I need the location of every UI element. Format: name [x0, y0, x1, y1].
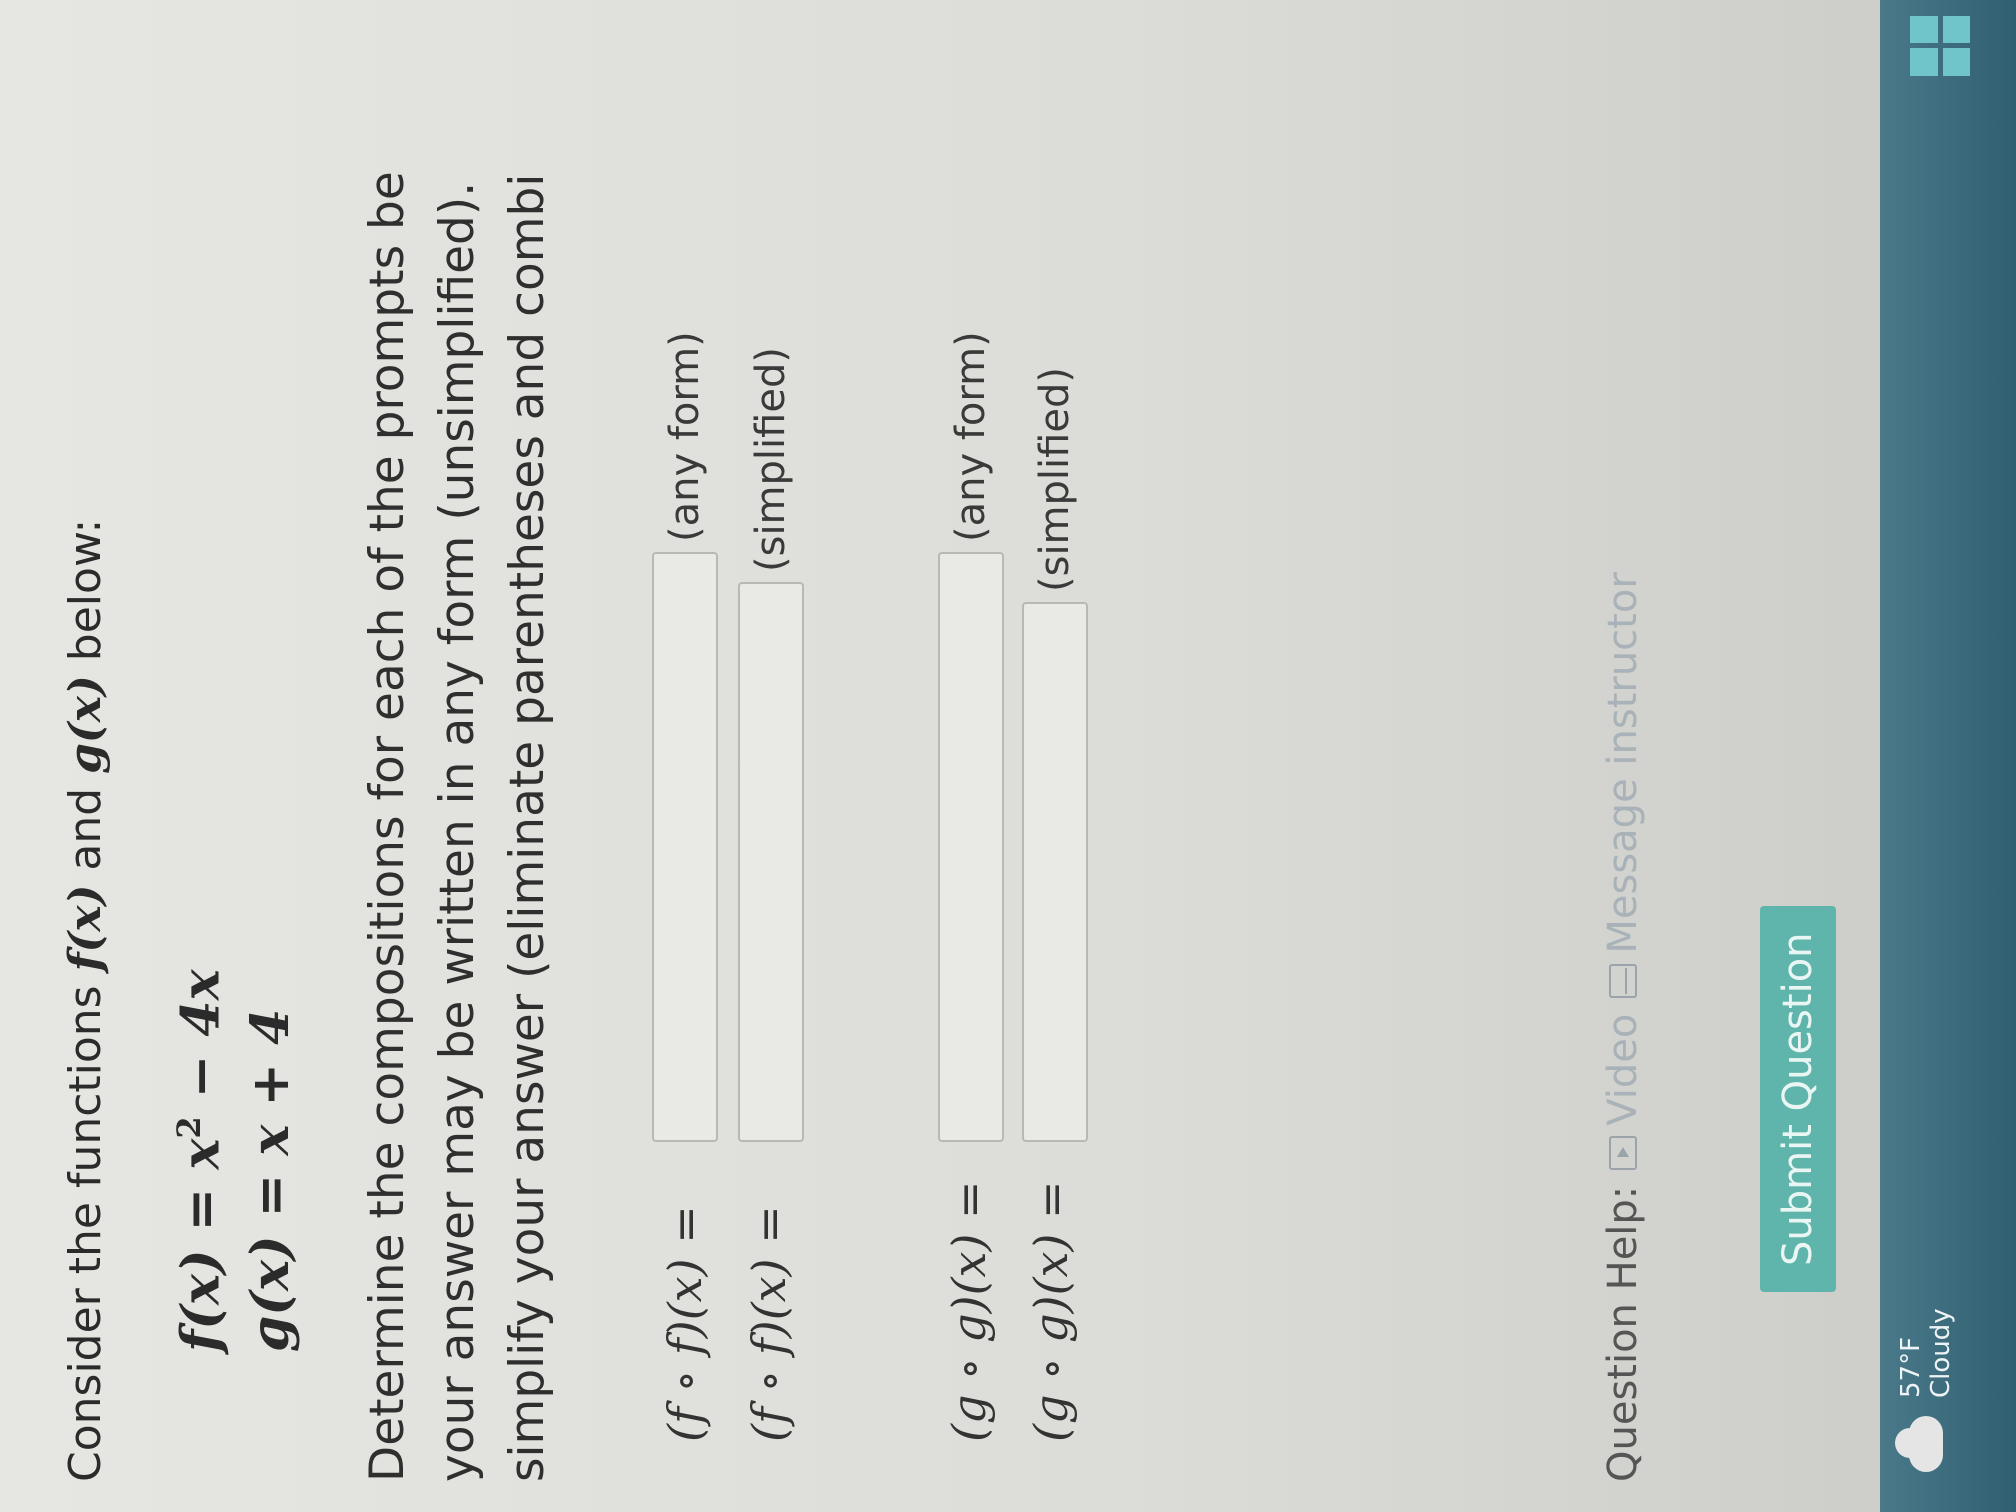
intro-prefix: Consider the functions	[60, 971, 111, 1482]
intro-mid: and	[60, 773, 111, 885]
video-link-label: Video	[1600, 1013, 1646, 1126]
function-g-eq: =	[240, 1155, 301, 1236]
taskbar: 57°F Cloudy	[1880, 0, 2016, 1512]
intro-suffix: below:	[60, 518, 111, 676]
prompt-fof-simplified-label: (f ∘ f)(x) =	[742, 1205, 796, 1442]
answer-input-gog-simplified[interactable]	[1022, 602, 1088, 1142]
function-g-definition: g(x) = x + 4	[240, 1009, 301, 1352]
hint-fof-any: (any form)	[662, 331, 708, 542]
question-page: Consider the functions f(x) and g(x) bel…	[0, 0, 2016, 1512]
function-f-definition: f(x) = x2 − 4x	[170, 969, 231, 1352]
envelope-icon	[1609, 963, 1637, 998]
question-help: Question Help: Video Message instructor	[1600, 572, 1646, 1482]
function-f-rest: − 4x	[170, 969, 232, 1117]
function-f-base: x	[170, 1138, 232, 1170]
intro-f-name: f(x)	[60, 884, 111, 972]
weather-condition: Cloudy	[1926, 1308, 1956, 1398]
hint-fof-simplified: (simplified)	[748, 347, 794, 572]
prompt-fof-any-label: (f ∘ f)(x) =	[658, 1205, 712, 1442]
cloud-icon	[1909, 1416, 1943, 1472]
function-g-rest: + 4	[240, 1008, 301, 1125]
weather-temperature: 57°F	[1896, 1336, 1926, 1398]
answer-input-fof-any[interactable]	[652, 552, 718, 1142]
function-f-exponent: 2	[170, 1116, 208, 1139]
weather-widget[interactable]: 57°F Cloudy	[1896, 1308, 1956, 1472]
question-help-label: Question Help:	[1600, 1185, 1646, 1482]
hint-gog-simplified: (simplified)	[1032, 367, 1078, 592]
prompt-gog-any-label: (g ∘ g)(x) =	[942, 1180, 996, 1442]
answer-input-fof-simplified[interactable]	[738, 582, 804, 1142]
question-intro: Consider the functions f(x) and g(x) bel…	[60, 519, 111, 1482]
video-link[interactable]: Video	[1600, 1014, 1646, 1170]
message-instructor-link[interactable]: Message instructor	[1600, 572, 1646, 998]
answer-input-gog-any[interactable]	[938, 552, 1004, 1142]
prompt-gog-simplified-label: (g ∘ g)(x) =	[1024, 1180, 1078, 1442]
submit-question-button[interactable]: Submit Question	[1760, 906, 1836, 1292]
function-f-lhs: f(x)	[170, 1249, 232, 1352]
message-instructor-label: Message instructor	[1600, 572, 1646, 954]
windows-start-icon[interactable]	[1910, 16, 1970, 76]
function-f-eq: =	[170, 1169, 232, 1250]
instruction-line-1: Determine the compositions for each of t…	[360, 171, 415, 1482]
instruction-line-3: simplify your answer (eliminate parenthe…	[500, 173, 555, 1482]
instruction-line-2: your answer may be written in any form (…	[430, 181, 485, 1482]
video-icon	[1609, 1135, 1637, 1170]
function-g-base: x	[240, 1124, 301, 1156]
function-g-lhs: g(x)	[240, 1235, 301, 1352]
hint-gog-any: (any form)	[948, 331, 994, 542]
intro-g-name: g(x)	[60, 675, 111, 774]
